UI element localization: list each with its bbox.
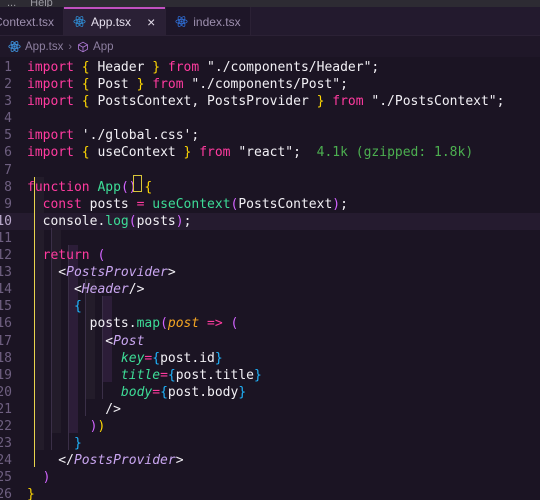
line-content: )) [12,418,540,435]
menu-bar: ... Help [0,0,540,7]
line-content: import { Header } from "./components/Hea… [12,59,540,76]
code-line[interactable]: 5 import './global.css'; [0,127,540,144]
line-content: { [12,298,540,315]
line-content: <Post [12,333,540,350]
line-number: 26 [0,486,12,500]
react-icon [8,40,21,53]
line-number: 4 [0,110,12,127]
line-content: </PostsProvider> [12,452,540,469]
code-line[interactable]: 11 [0,230,540,247]
import-cost-annotation: 4.1k (gzipped: 1.8k) [317,145,474,160]
code-line[interactable]: 16 posts.map(post => ( [0,315,540,332]
line-number: 16 [0,315,12,332]
breadcrumb-separator: › [67,41,73,53]
line-number: 17 [0,333,12,350]
code-line[interactable]: 4 [0,110,540,127]
line-number: 1 [0,59,12,76]
react-icon [73,15,86,28]
breadcrumb: App.tsx › App [0,36,540,57]
line-number: 13 [0,264,12,281]
line-content: import { useContext } from "react"; 4.1k… [12,144,540,161]
menu-item-help[interactable]: Help [23,0,60,7]
code-line[interactable]: 2 import { Post } from "./components/Pos… [0,76,540,93]
line-number: 11 [0,230,12,247]
menu-item-0[interactable]: ... [0,0,23,7]
line-number: 14 [0,281,12,298]
code-line[interactable]: 17 <Post [0,333,540,350]
cube-icon [77,41,89,53]
line-number: 9 [0,196,12,213]
code-line[interactable]: 22 )) [0,418,540,435]
code-line[interactable]: 24 </PostsProvider> [0,452,540,469]
line-content: return ( [12,247,540,264]
code-editor[interactable]: 1 import { Header } from "./components/H… [0,57,540,500]
code-line[interactable]: 19 title={post.title} [0,367,540,384]
breadcrumb-file[interactable]: App.tsx [25,41,63,53]
line-content: ) [12,469,540,486]
code-line[interactable]: 8 function App() { [0,179,540,196]
code-line[interactable]: 15 { [0,298,540,315]
line-content: body={post.body} [12,384,540,401]
vscode-window: ... Help ostsContext.tsx App.tsx × [0,0,540,500]
line-number: 23 [0,435,12,452]
line-content: function App() { [12,179,540,196]
line-content: import { Post } from "./components/Post"… [12,76,540,93]
line-content: import { PostsContext, PostsProvider } f… [12,93,540,110]
line-number: 12 [0,247,12,264]
code-line[interactable]: 7 [0,162,540,179]
line-number: 25 [0,469,12,486]
line-content: } [12,486,540,500]
code-line[interactable]: 12 return ( [0,247,540,264]
line-number: 24 [0,452,12,469]
line-content: <PostsProvider> [12,264,540,281]
code-line[interactable]: 9 const posts = useContext(PostsContext)… [0,196,540,213]
line-number: 10 [0,213,12,230]
line-number: 15 [0,298,12,315]
line-content: /> [12,401,540,418]
close-icon[interactable]: × [146,15,156,29]
code-line-active[interactable]: 10 console.log(posts); [0,213,540,230]
editor-tab-bar: ostsContext.tsx App.tsx × [0,7,540,36]
code-line[interactable]: 26 } [0,486,540,500]
code-lines: 1 import { Header } from "./components/H… [0,57,540,500]
line-number: 3 [0,93,12,110]
code-line[interactable]: 13 <PostsProvider> [0,264,540,281]
line-number: 22 [0,418,12,435]
code-line[interactable]: 1 import { Header } from "./components/H… [0,59,540,76]
line-number: 18 [0,350,12,367]
code-line[interactable]: 3 import { PostsContext, PostsProvider }… [0,93,540,110]
line-number: 8 [0,179,12,196]
line-number: 6 [0,144,12,161]
line-number: 21 [0,401,12,418]
line-content: key={post.id} [12,350,540,367]
line-content: } [12,435,540,452]
tab-app[interactable]: App.tsx × [64,7,166,36]
line-number: 2 [0,76,12,93]
code-line[interactable]: 14 <Header/> [0,281,540,298]
tab-label: App.tsx [91,15,131,29]
code-line[interactable]: 21 /> [0,401,540,418]
line-content: console.log(posts); [12,213,540,230]
line-number: 19 [0,367,12,384]
tab-label: index.tsx [193,15,240,29]
code-line[interactable]: 23 } [0,435,540,452]
line-number: 7 [0,162,12,179]
code-line[interactable]: 18 key={post.id} [0,350,540,367]
tab-label: ostsContext.tsx [0,15,54,29]
line-content: title={post.title} [12,367,540,384]
line-content: import './global.css'; [12,127,540,144]
code-line[interactable]: 20 body={post.body} [0,384,540,401]
line-content: posts.map(post => ( [12,315,540,332]
code-line[interactable]: 6 import { useContext } from "react"; 4.… [0,144,540,161]
tab-postscontext[interactable]: ostsContext.tsx [0,7,64,36]
breadcrumb-symbol[interactable]: App [93,41,113,53]
line-number: 20 [0,384,12,401]
line-content: const posts = useContext(PostsContext); [12,196,540,213]
line-number: 5 [0,127,12,144]
line-content: <Header/> [12,281,540,298]
react-icon [175,15,188,28]
code-line[interactable]: 25 ) [0,469,540,486]
tab-index[interactable]: index.tsx [166,7,250,36]
